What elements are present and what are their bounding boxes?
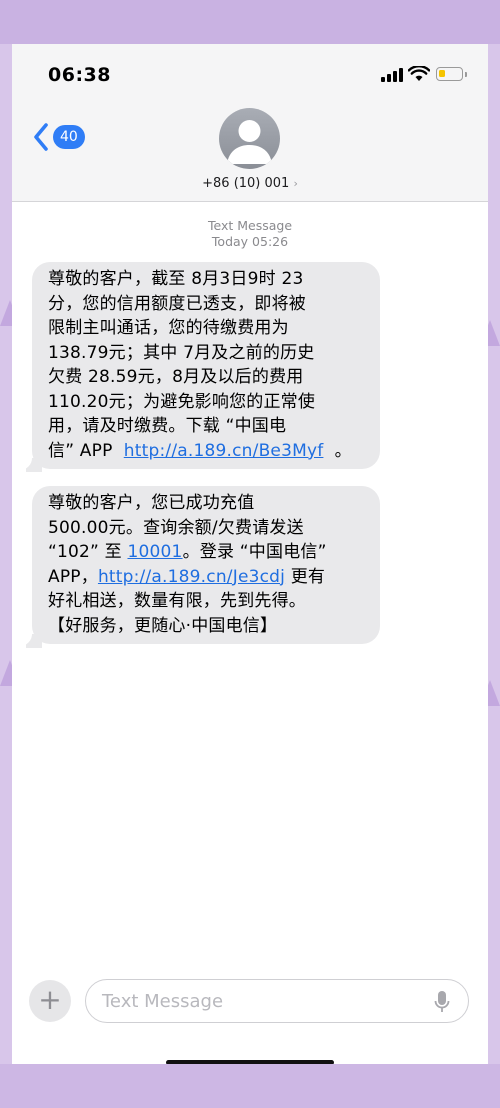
cellular-signal-icon xyxy=(381,68,403,82)
bubble-tail xyxy=(16,452,42,472)
message-line: 138.79元；其中 7月及之前的历史 xyxy=(48,342,315,363)
battery-cap xyxy=(465,72,467,77)
message-text: 。登录 “中国电信” xyxy=(182,542,327,562)
battery-level xyxy=(439,70,445,77)
message-link[interactable]: http://a.189.cn/Je3cdj xyxy=(98,567,285,587)
message-line: 500.00元。查询余额/欠费请发送 xyxy=(48,517,304,538)
message-line: 【好服务，更随心·中国电信】 xyxy=(48,615,278,636)
person-icon xyxy=(227,120,272,164)
contact-number[interactable]: +86 (10) 001 xyxy=(202,176,289,191)
message-line: APP，http://a.189.cn/Je3cdj 更有 xyxy=(48,565,366,590)
message-input-placeholder: Text Message xyxy=(102,991,224,1012)
message-line: 欠费 28.59元，8月及以后的费用 xyxy=(48,367,304,387)
contact-avatar[interactable] xyxy=(219,108,280,169)
wifi-icon xyxy=(408,66,430,81)
add-attachment-button[interactable]: + xyxy=(29,980,71,1022)
microphone-icon[interactable] xyxy=(434,990,450,1014)
chevron-right-icon: › xyxy=(293,177,298,190)
message-line: 信” APP http://a.189.cn/Be3Myf 。 xyxy=(48,439,366,464)
message-line: 尊敬的客户，截至 8月3日9时 23 xyxy=(48,269,304,289)
message-time-label: Today 05:26 xyxy=(211,234,289,249)
background-stripe xyxy=(0,0,500,44)
message-line: 限制主叫通话，您的待缴费用为 xyxy=(48,318,289,338)
message-text: 。 xyxy=(323,440,352,461)
message-service-label: Text Message xyxy=(207,218,293,233)
message-text: 信” APP xyxy=(48,440,124,461)
message-bubble-1[interactable]: 尊敬的客户，截至 8月3日9时 23 分，您的信用额度已透支，即将被 限制主叫通… xyxy=(32,262,380,469)
status-bar: 06:38 xyxy=(12,44,488,104)
battery-icon xyxy=(436,67,463,81)
message-timestamp: Text Message Today 05:26 xyxy=(12,218,488,250)
message-line: 110.20元；为避免影响您的正常使 xyxy=(48,391,316,412)
message-line: 好礼相送，数量有限，先到先得。 xyxy=(48,591,306,611)
message-line: “102” 至 10001。登录 “中国电信” xyxy=(48,540,366,565)
message-text: “102” 至 xyxy=(48,542,128,562)
composer-bar: + Text Message xyxy=(12,974,488,1064)
message-link[interactable]: http://a.189.cn/Be3Myf xyxy=(124,441,324,461)
phone-screen: 06:38 40 +86 (10) 001 › Text Message Tod… xyxy=(12,44,488,1064)
message-bubble-2[interactable]: 尊敬的客户，您已成功充值 500.00元。查询余额/欠费请发送 “102” 至 … xyxy=(32,486,380,644)
chevron-left-icon[interactable] xyxy=(32,122,50,152)
message-input[interactable]: Text Message xyxy=(85,979,469,1023)
message-line: 分，您的信用额度已透支，即将被 xyxy=(48,293,306,314)
background-stripe xyxy=(0,1064,500,1108)
bubble-tail xyxy=(16,628,42,648)
contact-name-row[interactable]: +86 (10) 001 › xyxy=(12,176,488,191)
message-line: 用，请及时缴费。下载 “中国电 xyxy=(48,416,287,436)
status-time: 06:38 xyxy=(48,64,111,86)
phone-number-link[interactable]: 10001 xyxy=(127,542,182,562)
message-line: 尊敬的客户，您已成功充值 xyxy=(48,493,255,513)
unread-count-badge[interactable]: 40 xyxy=(53,125,85,149)
conversation-header: 40 +86 (10) 001 › xyxy=(12,104,488,202)
message-text: APP， xyxy=(48,566,98,587)
home-indicator xyxy=(166,1060,334,1064)
message-text: 更有 xyxy=(285,566,326,587)
